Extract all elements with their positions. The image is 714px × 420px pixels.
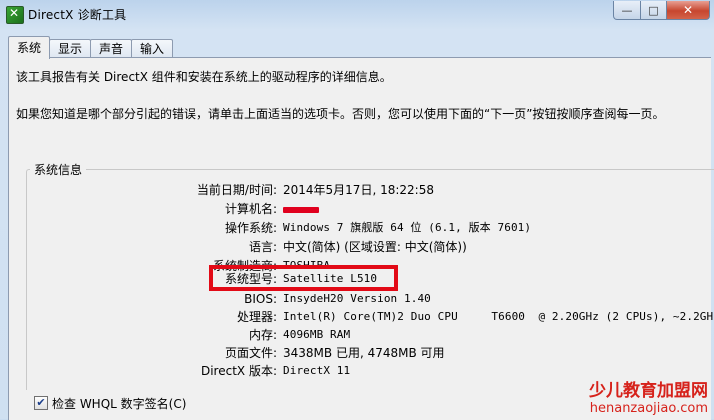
row-datetime: 当前日期/时间: 2014年5月17日, 18:22:58 <box>0 181 714 199</box>
site-watermark: 少儿教育加盟网 henanzaojiao.com <box>576 381 708 419</box>
label-computer-name: 计算机名: <box>224 202 277 216</box>
label-memory: 内存: <box>248 328 277 342</box>
value-datetime: 2014年5月17日, 18:22:58 <box>283 183 434 197</box>
checkmark-icon: ✔ <box>36 396 46 409</box>
row-processor: 处理器: Intel(R) Core(TM)2 Duo CPU T6600 @ … <box>0 308 714 326</box>
label-datetime: 当前日期/时间: <box>196 183 277 197</box>
label-bios: BIOS: <box>244 292 277 306</box>
label-directx-version: DirectX 版本: <box>200 364 277 378</box>
row-bios: BIOS: InsydeH20 Version 1.40 <box>0 290 714 308</box>
value-language: 中文(简体) (区域设置: 中文(简体)) <box>283 240 467 254</box>
model-highlight-box <box>209 265 398 291</box>
system-info-title: 系统信息 <box>30 161 87 178</box>
value-os: Windows 7 旗舰版 64 位 (6.1, 版本 7601) <box>283 221 532 234</box>
intro-text-2: 如果您知道是哪个部分引起的错误，请单击上面适当的选项卡。否则，您可以使用下面的“… <box>16 107 665 121</box>
directx-app-icon <box>6 6 24 24</box>
value-bios: InsydeH20 Version 1.40 <box>283 292 431 305</box>
row-language: 语言: 中文(简体) (区域设置: 中文(简体)) <box>0 238 714 256</box>
label-os: 操作系统: <box>224 221 277 235</box>
minimize-button[interactable]: — <box>613 1 641 20</box>
label-page-file: 页面文件: <box>224 346 277 360</box>
tab-sound[interactable]: 声音 <box>90 39 133 59</box>
whql-checkbox[interactable]: ✔ <box>34 396 48 410</box>
watermark-title: 少儿教育加盟网 <box>589 381 708 401</box>
value-page-file: 3438MB 已用, 4748MB 可用 <box>283 346 445 360</box>
row-memory: 内存: 4096MB RAM <box>0 326 714 344</box>
window-title: DirectX 诊断工具 <box>28 8 127 22</box>
maximize-icon: □ <box>648 3 659 17</box>
maximize-button[interactable]: □ <box>641 1 667 20</box>
label-processor: 处理器: <box>236 310 277 324</box>
watermark-url: henanzaojiao.com <box>589 401 708 416</box>
value-directx-version: DirectX 11 <box>283 364 351 377</box>
minimize-icon: — <box>621 3 633 17</box>
value-memory: 4096MB RAM <box>283 328 351 341</box>
tab-system[interactable]: 系统 <box>8 36 51 59</box>
tab-display[interactable]: 显示 <box>49 39 92 59</box>
tab-bar: 系统 显示 声音 输入 <box>8 36 174 59</box>
close-button[interactable]: ✕ <box>667 1 710 20</box>
window-controls: — □ ✕ <box>613 1 710 21</box>
value-processor: Intel(R) Core(TM)2 Duo CPU T6600 @ 2.20G… <box>283 310 714 323</box>
row-os: 操作系统: Windows 7 旗舰版 64 位 (6.1, 版本 7601) <box>0 219 714 237</box>
tab-input[interactable]: 输入 <box>131 39 174 59</box>
whql-checkbox-label[interactable]: 检查 WHQL 数字签名(C) <box>52 395 186 412</box>
computer-name-redaction <box>283 207 319 213</box>
intro-text-1: 该工具报告有关 DirectX 组件和安装在系统上的驱动程序的详细信息。 <box>16 70 392 84</box>
label-language: 语言: <box>248 240 277 254</box>
close-icon: ✕ <box>682 3 694 17</box>
row-computer-name: 计算机名: <box>0 200 714 218</box>
row-directx-version: DirectX 版本: DirectX 11 <box>0 362 714 380</box>
directx-diag-window: DirectX 诊断工具 — □ ✕ 系统 显示 声音 输入 该工具报告有关 D… <box>0 0 714 420</box>
title-bar[interactable]: DirectX 诊断工具 — □ ✕ <box>0 0 714 30</box>
row-page-file: 页面文件: 3438MB 已用, 4748MB 可用 <box>0 344 714 362</box>
